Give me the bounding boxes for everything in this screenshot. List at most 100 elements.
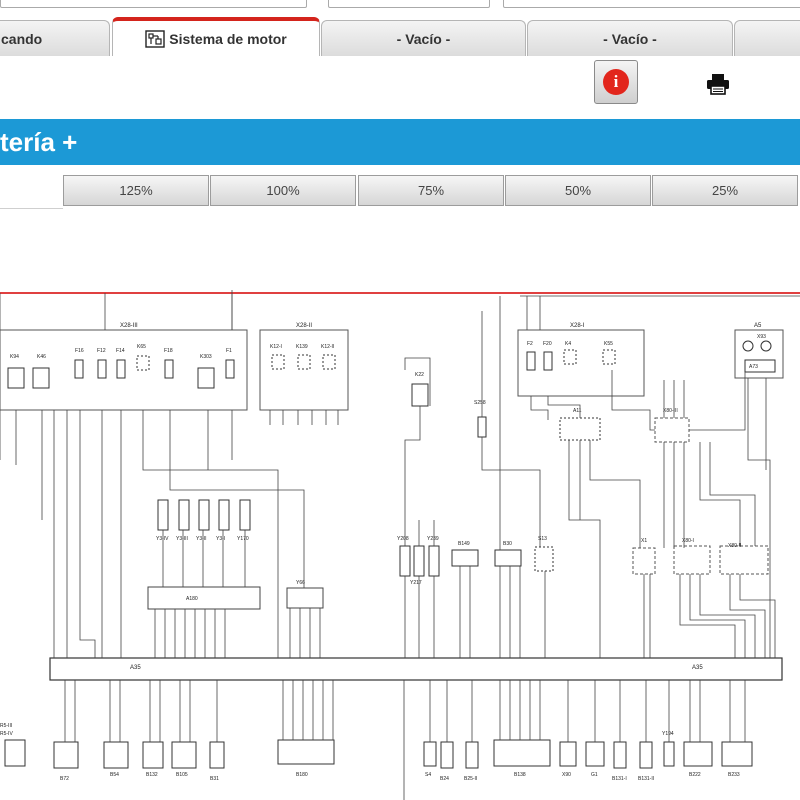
component-label: Y170 (237, 536, 249, 542)
control-unit-a35 (49, 657, 783, 681)
injector-symbol (178, 499, 190, 531)
relay-symbol (32, 367, 50, 389)
relay-symbol (602, 349, 616, 365)
sensor-symbol (171, 741, 197, 769)
component-label: Y3-I (216, 536, 225, 542)
divider (0, 208, 63, 209)
sensor-symbol (103, 741, 129, 769)
component-label: A180 (186, 596, 198, 602)
top-strip (0, 0, 800, 14)
connector-box-x28-iii (0, 329, 248, 411)
connector-box-x28-ii (259, 329, 349, 411)
component-label: Y3-II (196, 536, 207, 542)
valve-symbol (663, 741, 675, 767)
component-label: K4 (565, 341, 571, 347)
switch-symbol (423, 741, 437, 767)
component-label: B25-II (464, 776, 477, 782)
component-label: Y217 (410, 580, 422, 586)
component-label: S13 (538, 536, 547, 542)
sensor-symbol (613, 741, 627, 769)
module-y66 (286, 587, 324, 609)
component-label: X90 (562, 772, 571, 778)
component-label: B222 (689, 772, 701, 778)
component-label: F14 (116, 348, 125, 354)
relay-symbol (563, 349, 577, 365)
component-label: Y194 (662, 731, 674, 737)
component-label: B131-I (612, 776, 627, 782)
fuse-symbol (526, 351, 536, 371)
fuse-symbol (164, 359, 174, 379)
module-x80-ii (719, 545, 769, 575)
page-title-bar: tería + (0, 119, 800, 165)
tab-sistema-de-motor[interactable]: Sistema de motor (112, 17, 320, 56)
component-label: F2 (527, 341, 533, 347)
top-field-middle[interactable] (328, 0, 490, 8)
sensor-symbol (493, 739, 551, 767)
module-x80-iii (654, 417, 690, 443)
wiring-diagram[interactable]: X28-III X28-II X28-I A5 A35 A35 K94 K46 … (0, 286, 800, 800)
top-field-left[interactable] (0, 0, 307, 8)
component-label: B105 (176, 772, 188, 778)
print-button[interactable] (700, 66, 736, 102)
zoom-25-button[interactable]: 25% (652, 175, 798, 206)
tab-vacio-1[interactable]: - Vacío - (321, 20, 526, 56)
zoom-125-button[interactable]: 125% (63, 175, 209, 206)
sensor-symbol (494, 549, 522, 567)
relay-symbol (136, 355, 150, 371)
sensor-symbol (742, 340, 754, 352)
tab-label: cando (1, 30, 43, 47)
info-icon: i (603, 69, 629, 95)
zoom-75-button[interactable]: 75% (358, 175, 504, 206)
sensor-symbol (142, 741, 164, 769)
tab-label: Sistema de motor (169, 30, 287, 47)
sensor-symbol (53, 741, 79, 769)
relay-symbol (322, 354, 336, 370)
injector-symbol (218, 499, 230, 531)
tab-label: - Vacío - (396, 30, 451, 47)
component-label: B138 (514, 772, 526, 778)
injector-symbol (198, 499, 210, 531)
zoom-50-button[interactable]: 50% (505, 175, 651, 206)
component-label: K65 (137, 344, 146, 350)
module-a11 (559, 417, 601, 441)
component-label: F18 (164, 348, 173, 354)
relay-symbol (197, 367, 215, 389)
tab-extra[interactable] (734, 20, 800, 56)
module-x80-i (673, 545, 711, 575)
switch-symbol (534, 546, 554, 572)
zoom-100-button[interactable]: 100% (210, 175, 356, 206)
component-label: S4 (425, 772, 431, 778)
component-label: B54 (110, 772, 119, 778)
sensor-symbol (639, 741, 653, 769)
component-label: K303 (200, 354, 212, 360)
engine-system-icon (145, 29, 165, 48)
top-field-right[interactable] (503, 0, 800, 8)
tab-vacio-2[interactable]: - Vacío - (527, 20, 733, 56)
component-label: F1 (226, 348, 232, 354)
component-label: B30 (503, 541, 512, 547)
component-label: K12-II (321, 344, 334, 350)
component-label: X1 (641, 538, 647, 544)
fuse-symbol (116, 359, 126, 379)
module-a180 (147, 586, 261, 610)
fuse-symbol (225, 359, 235, 379)
injector-symbol (239, 499, 251, 531)
sensor-symbol (209, 741, 225, 769)
zoom-bar: 125% 100% 75% 50% 25% (0, 172, 800, 208)
component-label: Y3-III (176, 536, 188, 542)
component-label: K94 (10, 354, 19, 360)
component-label: K55 (604, 341, 613, 347)
fuse-symbol (543, 351, 553, 371)
sensor-symbol (440, 741, 454, 769)
connector-label: A5 (754, 323, 762, 329)
tab-cando[interactable]: cando (0, 20, 110, 56)
relay-symbol (297, 354, 311, 370)
valve-symbol (399, 545, 411, 577)
component-label: K22 (415, 372, 424, 378)
component-label: Y239 (427, 536, 439, 542)
info-button[interactable]: i (594, 60, 638, 104)
sensor-symbol (760, 340, 772, 352)
tab-bar: cando Sistema de motor - Vacío - - Vacío… (0, 14, 800, 59)
wires (0, 290, 800, 800)
component-label: K12-I (270, 344, 282, 350)
